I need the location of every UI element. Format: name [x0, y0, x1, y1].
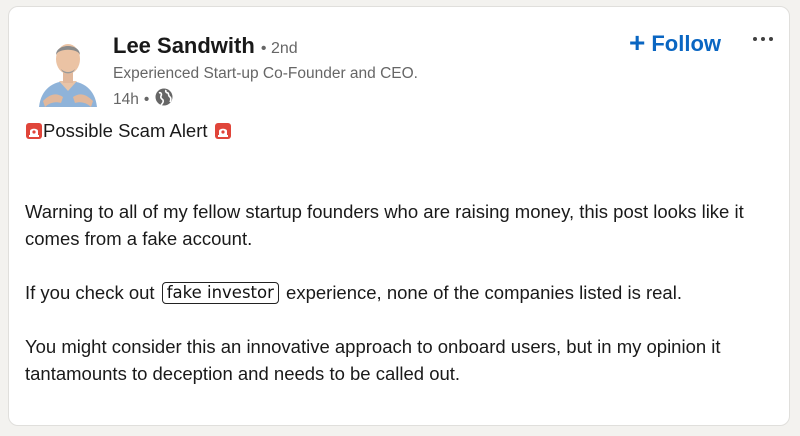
feed-post-card: Lee Sandwith • 2nd Experienced Start-up … — [8, 6, 790, 426]
redacted-mention: fake investor — [161, 282, 279, 304]
actor-name[interactable]: Lee Sandwith — [113, 33, 255, 58]
connection-degree: • 2nd — [260, 40, 298, 57]
globe-icon — [154, 87, 174, 112]
ellipsis-icon — [769, 37, 773, 41]
follow-label: Follow — [651, 31, 722, 56]
alert-text: Possible Scam Alert — [43, 120, 208, 141]
post-paragraph-1: Warning to all of my fellow startup foun… — [25, 201, 744, 249]
plus-icon: + — [629, 26, 646, 58]
follow-button[interactable]: + Follow — [625, 26, 725, 59]
profile-photo-icon — [35, 31, 101, 107]
post-body: Possible Scam Alert Warning to all of my… — [25, 117, 777, 387]
post-time: 14h — [113, 90, 139, 108]
post-meta: 14h • — [113, 87, 174, 112]
ellipsis-icon — [761, 37, 765, 41]
actor-name-line[interactable]: Lee Sandwith • 2nd — [113, 33, 298, 59]
ellipsis-icon — [753, 37, 757, 41]
more-options-button[interactable] — [747, 25, 779, 53]
post-paragraph-2: If you check out fake investor experienc… — [25, 279, 777, 306]
actor-headline: Experienced Start-up Co-Founder and CEO. — [113, 65, 418, 82]
meta-separator: • — [143, 90, 150, 108]
paragraph-2-start: If you check out — [25, 282, 155, 303]
siren-icon — [26, 122, 42, 139]
paragraph-2-end: experience, none of the companies listed… — [286, 282, 682, 303]
post-paragraph-3: You might consider this an innovative ap… — [25, 336, 721, 384]
siren-icon — [214, 122, 231, 139]
avatar[interactable] — [35, 31, 101, 107]
alert-line: Possible Scam Alert — [25, 117, 777, 144]
